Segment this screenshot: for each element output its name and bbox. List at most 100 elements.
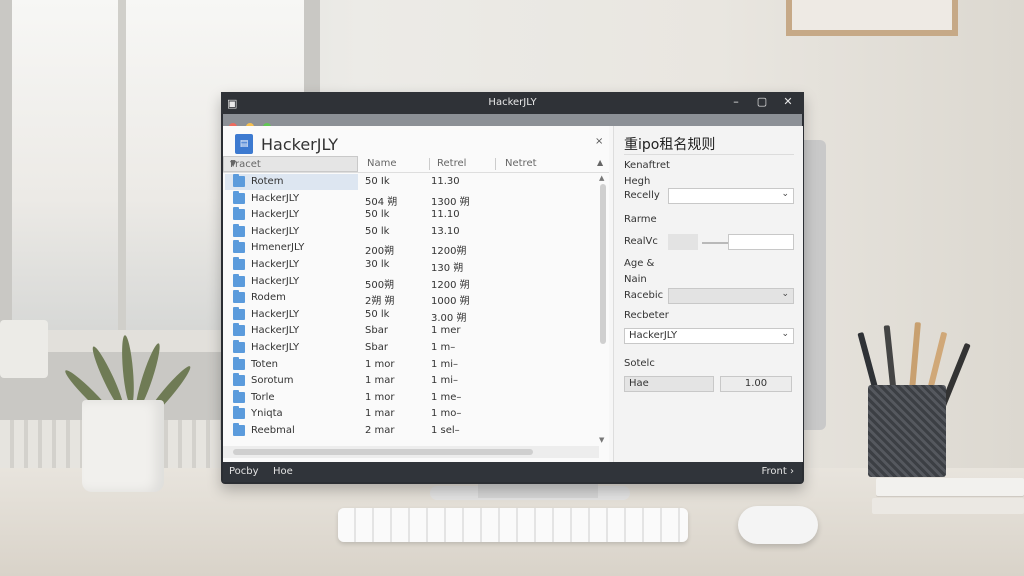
file-name: Yniqta	[251, 408, 283, 420]
label-recelly: Recelly	[624, 190, 660, 201]
list-item[interactable]: Sorotum 1 mar 1 mi–	[223, 373, 598, 389]
slider-fill	[668, 234, 698, 250]
file-date: 1 mi–	[431, 375, 459, 387]
racebic-select[interactable]: ⌄	[668, 288, 794, 304]
folder-icon	[233, 174, 245, 187]
list-item[interactable]: Yniqta 1 mar 1 mo–	[223, 406, 598, 422]
file-date: 11.30	[431, 176, 460, 187]
file-date: 1 mo–	[431, 408, 462, 420]
list-item[interactable]: HackerJLY 50 lk 13.10	[223, 223, 598, 240]
list-item[interactable]: Rodem 2朔 朔 1000 朔	[223, 290, 598, 308]
horizontal-scrollbar[interactable]	[223, 446, 599, 458]
list-item[interactable]: HackerJLY 50 lk 3.00 朔	[223, 306, 598, 324]
close-window-button[interactable]: ✕	[779, 95, 797, 108]
list-item[interactable]: HmenerJLY 200朔 1200朔	[223, 240, 598, 257]
folder-icon	[233, 406, 245, 420]
file-size: 50 lk	[365, 308, 390, 320]
book	[872, 498, 1024, 514]
window-title: HackerJLY	[488, 97, 537, 108]
status-left[interactable]: Pocby	[229, 466, 259, 477]
front-button[interactable]: Front ›	[762, 466, 794, 477]
window-titlebar: ▣ HackerJLY – ▢ ✕	[221, 92, 804, 114]
chevron-down-icon: ⌄	[781, 189, 789, 199]
status-mid[interactable]: Hoe	[273, 466, 293, 477]
app-window: ▤ HackerJLY × Fracet ▼ Name Retrel Netre…	[223, 114, 803, 462]
file-date: 1 mi–	[431, 358, 459, 370]
list-item[interactable]: HackerJLY 500朔 1200 朔	[223, 273, 598, 291]
minimize-button[interactable]: –	[727, 95, 745, 108]
hae-button[interactable]: Hae	[624, 376, 714, 392]
file-size: 2 mar	[365, 425, 395, 436]
scroll-down-icon[interactable]: ▼	[599, 436, 604, 444]
list-item[interactable]: Toten 1 mor 1 mi–	[223, 356, 598, 373]
mouse	[738, 506, 818, 544]
app-logo-icon: ▤	[235, 134, 253, 154]
file-size: 1 mar	[365, 408, 395, 420]
column-headers: Fracet ▼ Name Retrel Netret ▲	[223, 156, 609, 173]
file-list: Rotem 50 Ik 11.30 HackerJLY 504 朔 1300 朔 Hacke…	[223, 174, 598, 444]
vertical-scrollbar[interactable]: ▲ ▼	[599, 174, 607, 444]
list-item[interactable]: HackerJLY 50 lk 11.10	[223, 207, 598, 223]
label-recbeter: Recbeter	[624, 310, 669, 321]
horizontal-scroll-thumb[interactable]	[233, 449, 533, 455]
list-item[interactable]: HackerJLY Sbar 1 m–	[223, 340, 598, 356]
slider-track[interactable]	[702, 242, 728, 244]
book	[876, 478, 1024, 496]
list-item[interactable]: HackerJLY Sbar 1 mer	[223, 323, 598, 339]
list-item[interactable]: Rotem 50 Ik 11.30	[223, 174, 598, 190]
list-item[interactable]: HackerJLY 30 lk 130 朔	[223, 257, 598, 274]
column-header-date[interactable]: Netret	[505, 158, 537, 169]
file-name: HackerJLY	[251, 342, 300, 353]
value-button[interactable]: 1.00	[720, 376, 792, 392]
chevron-down-icon: ⌄	[781, 329, 789, 339]
plant-pot	[82, 400, 164, 492]
realvc-input[interactable]	[728, 234, 794, 250]
maximize-button[interactable]: ▢	[753, 95, 771, 108]
scroll-up-icon[interactable]: ▲	[599, 174, 604, 182]
section-label: Kenaftret	[624, 160, 670, 171]
monitor-side	[804, 140, 826, 430]
folder-icon	[233, 323, 245, 337]
file-size: 50 Ik	[365, 176, 390, 187]
file-name: Rotem	[251, 176, 284, 187]
recbeter-select[interactable]: HackerJLY ⌄	[624, 328, 794, 344]
label-age: Age &	[624, 258, 655, 269]
list-item[interactable]: HackerJLY 504 朔 1300 朔	[223, 190, 598, 208]
close-pane-button[interactable]: ×	[595, 136, 603, 147]
wall-picture-frame	[786, 0, 958, 36]
list-item[interactable]: Torle 1 mor 1 me–	[223, 389, 598, 406]
list-item[interactable]: Reebmal 2 mar 1 sel–	[223, 423, 598, 439]
recelly-select[interactable]: ⌄	[668, 188, 794, 204]
file-name: HmenerJLY	[251, 242, 305, 254]
file-size: 1 mor	[365, 391, 395, 403]
file-size: 500朔	[365, 279, 395, 291]
folder-icon	[233, 340, 245, 353]
folder-icon	[233, 389, 245, 403]
file-size: 50 lk	[365, 225, 390, 237]
column-header-size[interactable]: Retrel	[437, 158, 466, 169]
sort-dropdown[interactable]: Fracet ▼	[223, 156, 358, 172]
sort-up-icon[interactable]: ▲	[597, 158, 603, 167]
file-name: Torle	[251, 391, 275, 403]
vertical-scroll-thumb[interactable]	[600, 184, 606, 344]
monitor-screen: ▣ HackerJLY – ▢ ✕ ▤ HackerJLY × Fracet ▼…	[221, 92, 804, 484]
column-separator	[495, 158, 496, 170]
folder-icon	[233, 273, 245, 287]
chevron-down-icon: ▼	[230, 159, 237, 168]
rename-rules-panel: 重ipo租名规则 Kenaftret Hegh Recelly ⌄ Rarme …	[613, 126, 803, 462]
column-separator	[429, 158, 430, 170]
file-size: 30 lk	[365, 259, 390, 270]
file-size: 1 mar	[365, 375, 395, 387]
label-racebic: Racebic	[624, 290, 664, 301]
file-size: 2朔 朔	[365, 296, 395, 308]
folder-icon	[233, 207, 245, 221]
folder-icon	[233, 423, 245, 436]
file-date: 1 me–	[431, 391, 462, 403]
file-size: 50 lk	[365, 209, 390, 221]
folder-icon	[233, 190, 245, 204]
folder-icon	[233, 306, 245, 320]
column-header-name[interactable]: Name	[367, 158, 397, 169]
file-date: 3.00 朔	[431, 312, 467, 324]
file-name: Reebmal	[251, 425, 295, 436]
folder-icon	[233, 223, 245, 237]
